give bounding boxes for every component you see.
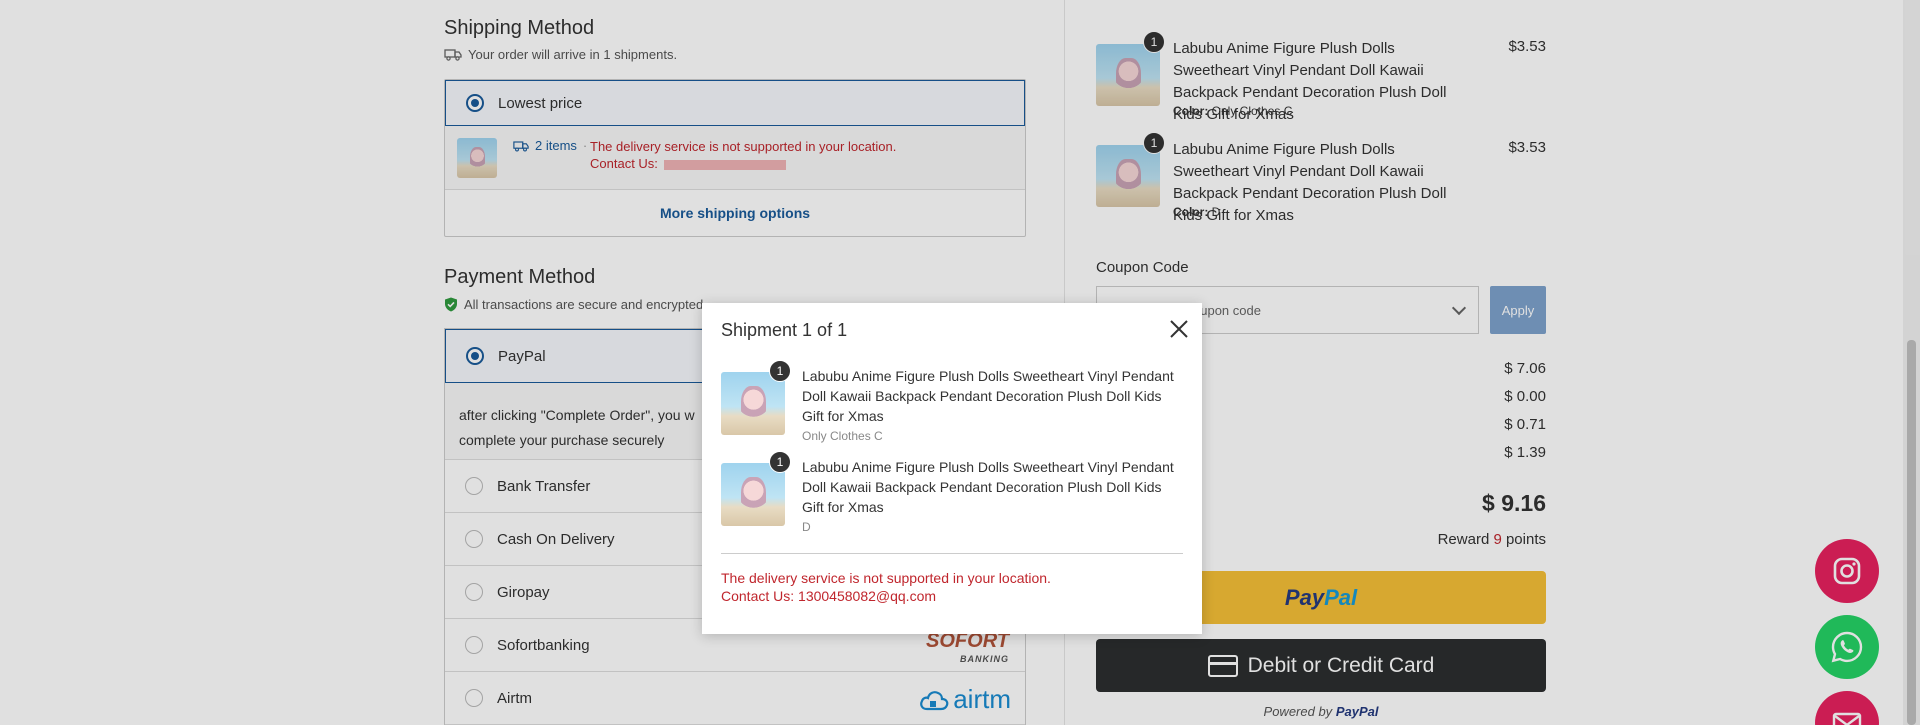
- modal-title: Shipment 1 of 1: [721, 320, 848, 340]
- close-button[interactable]: [1167, 317, 1191, 341]
- product-thumbnail: [721, 372, 785, 435]
- modal-item: 1 Labubu Anime Figure Plush Dolls Sweeth…: [721, 451, 1186, 535]
- modal-item-variant: Only Clothes C: [802, 429, 883, 443]
- modal-error: The delivery service is not supported in…: [721, 569, 1051, 605]
- modal-item-name: Labubu Anime Figure Plush Dolls Sweethea…: [802, 368, 1174, 424]
- modal-divider: [721, 553, 1183, 554]
- modal-contact: Contact Us: 1300458082@qq.com: [721, 588, 937, 604]
- shipment-modal: Shipment 1 of 1 1 Labubu Anime Figure Pl…: [702, 303, 1202, 634]
- checkout-page: Shipping Method Your order will arrive i…: [0, 0, 1920, 725]
- modal-item-variant: D: [802, 520, 811, 534]
- quantity-badge: 1: [769, 360, 791, 382]
- modal-error-text: The delivery service is not supported in…: [721, 570, 1051, 586]
- product-thumbnail: [721, 463, 785, 526]
- modal-item-name: Labubu Anime Figure Plush Dolls Sweethea…: [802, 459, 1174, 515]
- quantity-badge: 1: [769, 451, 791, 473]
- close-icon: [1170, 320, 1188, 338]
- modal-item: 1 Labubu Anime Figure Plush Dolls Sweeth…: [721, 360, 1186, 444]
